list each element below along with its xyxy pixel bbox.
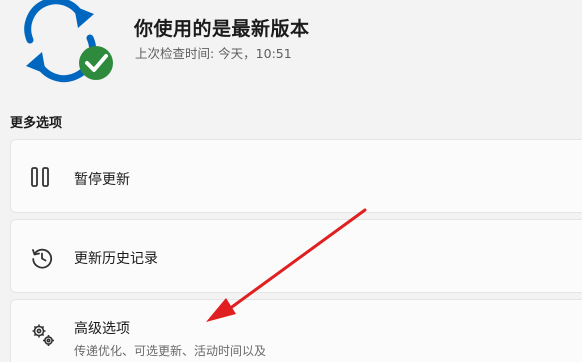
more-options-label: 更多选项 [10, 116, 63, 131]
windows-update-page: 你使用的是最新版本 上次检查时间: 今天，10:51 更多选项 暂停更新 更新历… [0, 0, 582, 362]
pause-updates-label: 暂停更新 [74, 172, 130, 188]
update-history-label: 更新历史记录 [74, 251, 158, 267]
history-icon [32, 248, 53, 269]
gears-icon [32, 324, 54, 346]
pause-icon [31, 167, 49, 187]
update-history-card[interactable]: 更新历史记录 [10, 219, 582, 293]
last-checked-text: 上次检查时间: 今天，10:51 [135, 46, 292, 61]
advanced-options-description: 传递优化、可选更新、活动时间以及 [74, 344, 267, 358]
status-title: 你使用的是最新版本 [134, 18, 310, 40]
pause-updates-card[interactable]: 暂停更新 [10, 139, 582, 213]
sync-check-icon [24, 0, 113, 83]
advanced-options-label: 高级选项 [74, 321, 130, 337]
advanced-options-card[interactable]: 高级选项 传递优化、可选更新、活动时间以及 [10, 299, 582, 362]
